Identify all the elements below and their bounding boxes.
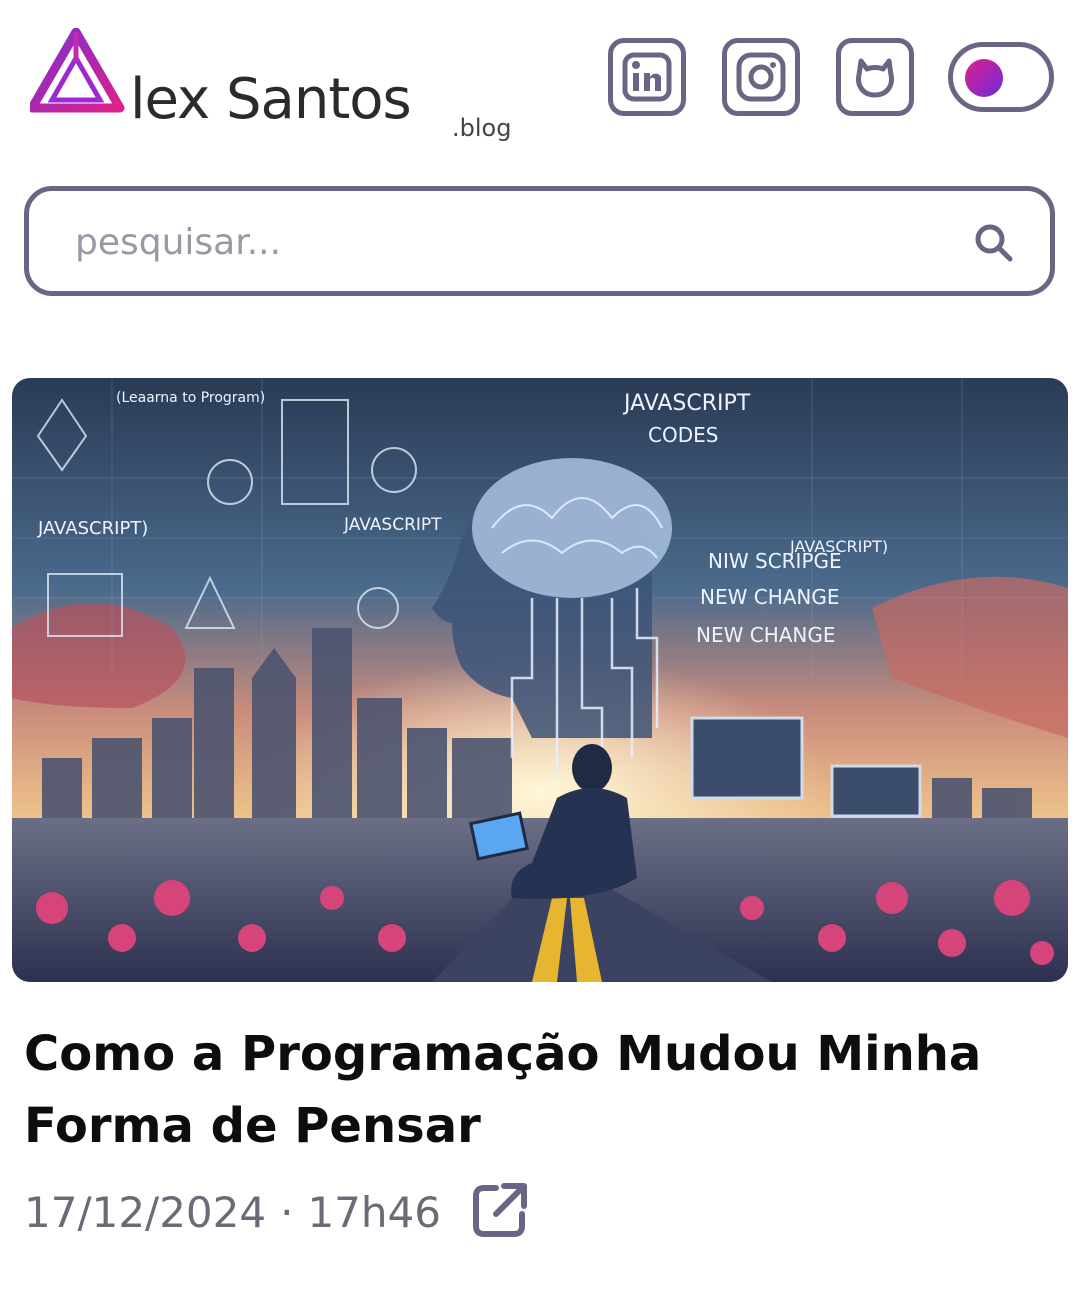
linkedin-icon — [622, 52, 672, 102]
search-input[interactable] — [73, 213, 927, 271]
post-date: 17/12/2024 — [24, 1187, 267, 1237]
instagram-button[interactable] — [722, 38, 800, 116]
meta-separator: · — [280, 1187, 294, 1237]
img-text-new-change-1: NEW CHANGE — [700, 585, 840, 609]
external-link-icon[interactable] — [470, 1180, 530, 1240]
logo-suffix: .blog — [452, 114, 512, 142]
linkedin-button[interactable] — [608, 38, 686, 116]
search-bar — [24, 186, 1055, 296]
site-logo[interactable]: lex Santos .blog — [30, 28, 520, 140]
img-text-new-change-2: NEW CHANGE — [696, 623, 836, 647]
instagram-icon — [736, 52, 786, 102]
logo-triangle-icon — [30, 28, 125, 113]
post-time: 17h46 — [307, 1187, 441, 1237]
post-meta: 17/12/2024 · 17h46 — [24, 1182, 441, 1242]
post-title[interactable]: Como a Programação Mudou Minha Forma de … — [24, 1018, 1064, 1162]
img-text-codes: CODES — [648, 423, 718, 447]
github-icon — [856, 58, 894, 98]
theme-toggle[interactable] — [948, 42, 1054, 112]
search-icon[interactable] — [972, 221, 1016, 265]
site-header: lex Santos .blog — [0, 0, 1080, 160]
img-text-learn: (Leaarna to Program) — [116, 390, 265, 406]
post-cover-image[interactable]: (Leaarna to Program) JAVASCRIPT CODES JA… — [12, 378, 1068, 982]
theme-toggle-knob — [965, 59, 1003, 97]
img-text-js-mid: JAVASCRIPT — [343, 515, 442, 535]
img-text-js-left: JAVASCRIPT) — [37, 518, 148, 539]
img-text-new-script: NIW SCRIPGE — [708, 549, 842, 573]
github-button[interactable] — [836, 38, 914, 116]
logo-name: lex Santos — [130, 67, 412, 132]
img-text-js-codes: JAVASCRIPT — [622, 391, 751, 416]
